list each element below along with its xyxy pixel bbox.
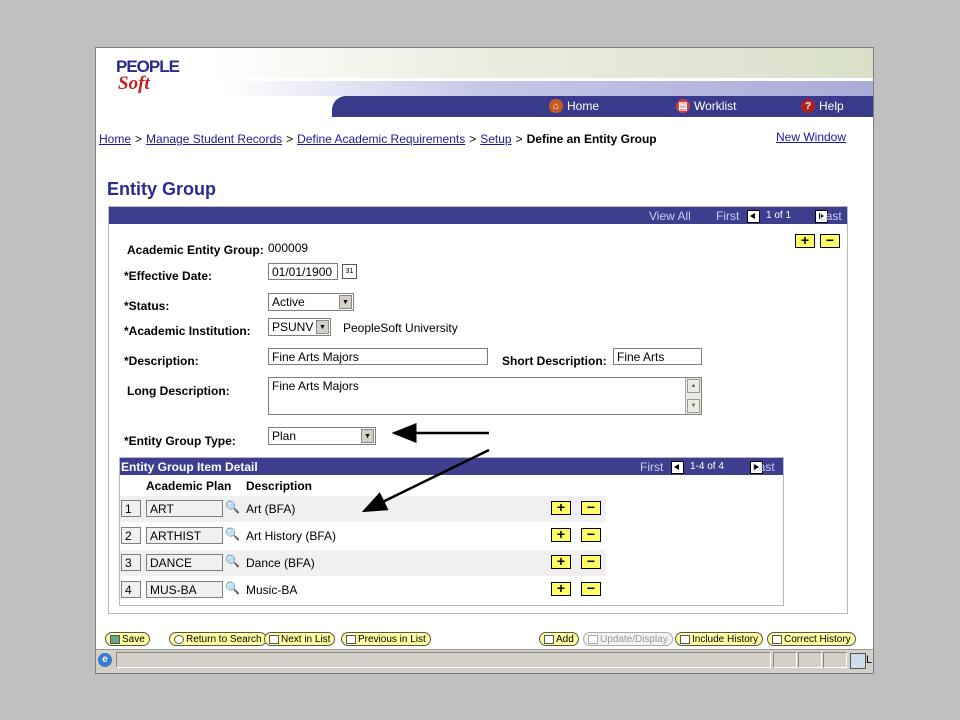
ie-page-icon: e — [98, 653, 112, 667]
status-cell — [773, 652, 797, 668]
add-icon — [544, 634, 554, 644]
previous-label: Previous in List — [358, 633, 426, 645]
status-cell — [798, 652, 822, 668]
add-button[interactable]: Add — [539, 632, 579, 646]
browser-window: PEOPLE Soft ⌂ Home ▤ Worklist ? Help Hom… — [95, 47, 874, 674]
status-text-cell — [116, 652, 771, 668]
add-label: Add — [556, 633, 574, 645]
next-list-icon — [269, 634, 279, 644]
zone-text: L — [866, 654, 873, 666]
annotation-arrows — [361, 423, 490, 513]
include-history-icon — [680, 634, 690, 644]
return-to-search-button[interactable]: Return to Search — [169, 632, 267, 646]
zone-icon — [850, 653, 866, 669]
status-cell — [823, 652, 847, 668]
update-display-button[interactable]: Update/Display — [583, 632, 673, 646]
save-label: Save — [122, 633, 145, 645]
next-label: Next in List — [281, 633, 331, 645]
update-icon — [588, 634, 598, 644]
correct-history-icon — [772, 634, 782, 644]
include-label: Include History — [692, 633, 759, 645]
correct-label: Correct History — [784, 633, 851, 645]
search-icon — [174, 634, 184, 644]
browser-status-bar: e L — [96, 649, 873, 673]
correct-history-button[interactable]: Correct History — [767, 632, 856, 646]
save-button[interactable]: Save — [105, 632, 150, 646]
include-history-button[interactable]: Include History — [675, 632, 764, 646]
return-label: Return to Search — [186, 633, 262, 645]
update-label: Update/Display — [600, 633, 668, 645]
previous-list-icon — [346, 634, 356, 644]
arrow-to-grid — [361, 448, 490, 513]
next-in-list-button[interactable]: Next in List — [264, 632, 336, 646]
save-icon — [110, 634, 120, 644]
previous-in-list-button[interactable]: Previous in List — [341, 632, 431, 646]
